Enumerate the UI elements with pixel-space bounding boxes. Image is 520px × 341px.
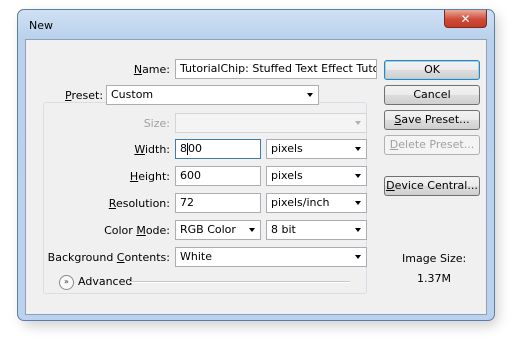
dialog-title: New [29, 19, 53, 32]
preset-select[interactable]: Custom [106, 85, 319, 105]
width-unit-value: pixels [271, 142, 303, 155]
height-label: Height: [129, 170, 170, 183]
color-mode-value: RGB Color [180, 223, 236, 236]
width-input[interactable]: 800 [175, 139, 261, 159]
chevron-down-icon [307, 93, 313, 97]
cancel-button[interactable]: Cancel [384, 85, 480, 105]
resolution-input[interactable]: 72 [175, 193, 261, 213]
width-label: Width: [134, 143, 170, 156]
bit-depth-select[interactable]: 8 bit [266, 220, 367, 240]
chevron-down-icon [355, 174, 361, 178]
chevron-down-icon [355, 228, 361, 232]
color-mode-label: Color Mode: [104, 224, 170, 237]
new-document-dialog: New ✕ Name: TutorialChip: Stuffed Text E… [17, 9, 495, 321]
chevron-double-down-icon[interactable]: » [59, 275, 74, 290]
close-button[interactable]: ✕ [444, 10, 487, 28]
size-label: Size: [143, 117, 170, 130]
color-mode-select[interactable]: RGB Color [175, 220, 261, 240]
background-contents-label: Background Contents: [47, 251, 170, 264]
chevron-down-icon [355, 147, 361, 151]
width-unit-select[interactable]: pixels [266, 139, 367, 159]
resolution-label: Resolution: [108, 197, 170, 210]
chevron-down-icon [355, 121, 361, 125]
size-select[interactable] [175, 113, 367, 133]
height-unit-value: pixels [271, 169, 303, 182]
name-label: Name: [133, 63, 170, 76]
resolution-unit-select[interactable]: pixels/inch [266, 193, 367, 213]
device-central-button[interactable]: Device Central... [384, 176, 480, 196]
image-size-label: Image Size: [402, 252, 467, 265]
chevron-down-icon [355, 201, 361, 205]
close-icon: ✕ [460, 11, 471, 26]
advanced-divider [129, 281, 350, 283]
advanced-label[interactable]: Advanced [78, 275, 132, 288]
ok-button[interactable]: OK [384, 60, 480, 80]
preset-label: Preset: [62, 89, 107, 102]
image-size-value: 1.37M [417, 272, 451, 285]
save-preset-button[interactable]: Save Preset... [384, 110, 480, 130]
resolution-unit-value: pixels/inch [271, 196, 330, 209]
background-contents-value: White [180, 250, 212, 263]
background-contents-select[interactable]: White [175, 247, 367, 267]
preset-select-value: Custom [111, 88, 154, 101]
width-value-part2: 00 [188, 142, 202, 155]
chevron-down-icon [249, 228, 255, 232]
delete-preset-button[interactable]: Delete Preset... [384, 135, 480, 155]
height-input[interactable]: 600 [175, 166, 261, 186]
width-value-part1: 8 [180, 142, 187, 155]
bit-depth-value: 8 bit [271, 223, 296, 236]
height-unit-select[interactable]: pixels [266, 166, 367, 186]
name-input[interactable]: TutorialChip: Stuffed Text Effect Tutori… [175, 59, 377, 79]
chevron-down-icon [355, 255, 361, 259]
dialog-client-area: Name: TutorialChip: Stuffed Text Effect … [25, 39, 487, 315]
